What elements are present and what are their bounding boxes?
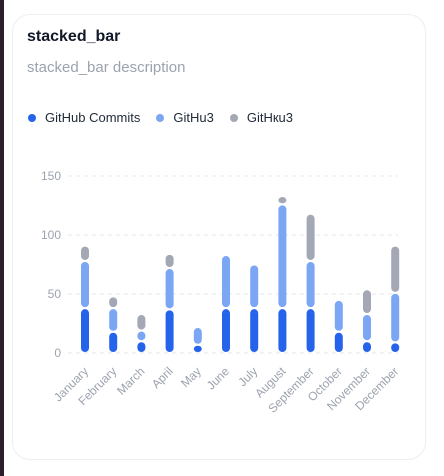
bar-segment[interactable]	[363, 342, 371, 352]
bar-segment[interactable]	[391, 246, 400, 292]
bar-segment[interactable]	[137, 315, 146, 330]
y-tick-label: 50	[48, 287, 62, 301]
bar-segment[interactable]	[81, 246, 89, 260]
bar-segment[interactable]	[250, 309, 259, 352]
bar-segment[interactable]	[222, 309, 230, 352]
bar-segment[interactable]	[250, 265, 259, 308]
bar-segment[interactable]	[306, 261, 315, 308]
bar-segment[interactable]	[165, 269, 174, 309]
bar-segment[interactable]	[391, 343, 400, 352]
y-tick-label: 0	[54, 346, 61, 360]
bar-segment[interactable]	[278, 197, 287, 204]
bar-segment[interactable]	[193, 328, 202, 344]
x-tick-label: June	[204, 364, 233, 393]
bar-segment[interactable]	[222, 256, 230, 308]
bar-segment[interactable]	[81, 309, 89, 352]
bar-segment[interactable]	[391, 293, 400, 342]
bar-segment[interactable]	[109, 297, 118, 308]
bar-segment[interactable]	[137, 342, 146, 352]
y-tick-label: 100	[41, 228, 61, 242]
bar-segment[interactable]	[278, 205, 287, 308]
bar-segment[interactable]	[193, 345, 202, 352]
bar-segment[interactable]	[334, 332, 343, 352]
x-tick-label: April	[149, 364, 176, 391]
bar-segment[interactable]	[306, 214, 315, 260]
bar-segment[interactable]	[109, 332, 118, 352]
bar-segment[interactable]	[306, 309, 315, 352]
bar-segment[interactable]	[363, 315, 371, 341]
bar-segment[interactable]	[165, 310, 174, 352]
bar-segment[interactable]	[109, 309, 118, 331]
bar-segment[interactable]	[137, 331, 146, 341]
bar-segment[interactable]	[334, 300, 343, 331]
bar-segment[interactable]	[165, 254, 174, 268]
bar-segment[interactable]	[81, 261, 89, 308]
bar-segment[interactable]	[363, 290, 371, 314]
bar-segment[interactable]	[278, 309, 287, 352]
page: stacked_bar stacked_bar description GitH…	[0, 0, 444, 476]
stacked-bar-chart: 050100150JanuaryFebruaryMarch April May Jun…	[41, 169, 401, 416]
y-tick-label: 150	[41, 169, 61, 183]
x-tick-label: March	[114, 364, 147, 397]
x-tick-label: May	[178, 364, 204, 390]
